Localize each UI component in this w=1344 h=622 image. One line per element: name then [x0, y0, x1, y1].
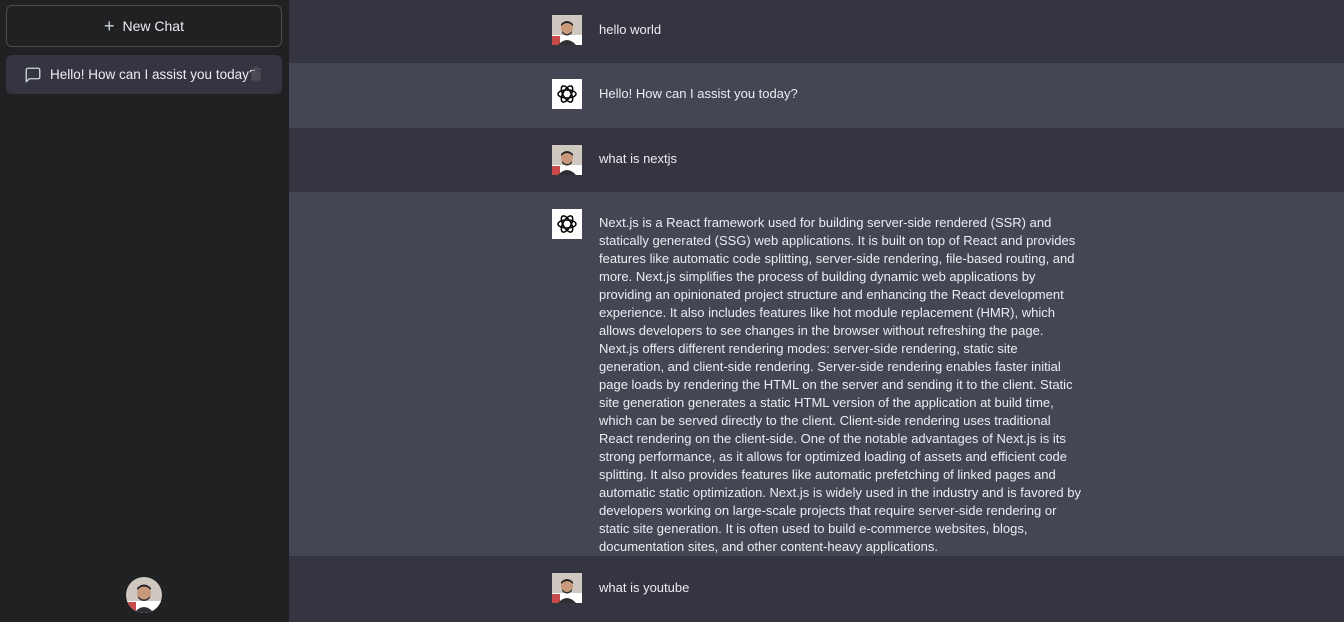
user-avatar	[552, 573, 582, 603]
chat-history-item[interactable]: Hello! How can I assist you today?	[6, 55, 282, 94]
message-text: Hello! How can I assist you today?	[599, 86, 798, 101]
message-row: hello world	[289, 0, 1344, 63]
openai-logo-icon	[552, 79, 582, 109]
message-row: Next.js is a React framework used for bu…	[289, 192, 1344, 556]
conversation: hello world Hello! How can I assist you …	[289, 0, 1344, 622]
chat-history-label: Hello! How can I assist you today?	[50, 67, 257, 82]
message-row: Hello! How can I assist you today?	[289, 63, 1344, 128]
user-profile-avatar[interactable]	[126, 577, 162, 613]
new-chat-label: New Chat	[122, 18, 184, 34]
message-text: Next.js is a React framework used for bu…	[599, 215, 1081, 554]
user-avatar	[552, 145, 582, 175]
openai-logo-icon	[552, 209, 582, 239]
sidebar: + New Chat Hello! How can I assist you t…	[0, 0, 289, 622]
message-text: what is nextjs	[599, 151, 678, 166]
message-text: what is youtube	[599, 580, 690, 595]
user-avatar	[552, 15, 582, 45]
plus-icon: +	[104, 16, 115, 36]
message-row: what is nextjs	[289, 128, 1344, 192]
message-text: hello world	[599, 22, 662, 37]
trash-icon[interactable]	[248, 66, 264, 82]
message-row: what is youtube	[289, 556, 1344, 622]
new-chat-button[interactable]: + New Chat	[6, 5, 282, 47]
message-icon	[24, 66, 42, 84]
